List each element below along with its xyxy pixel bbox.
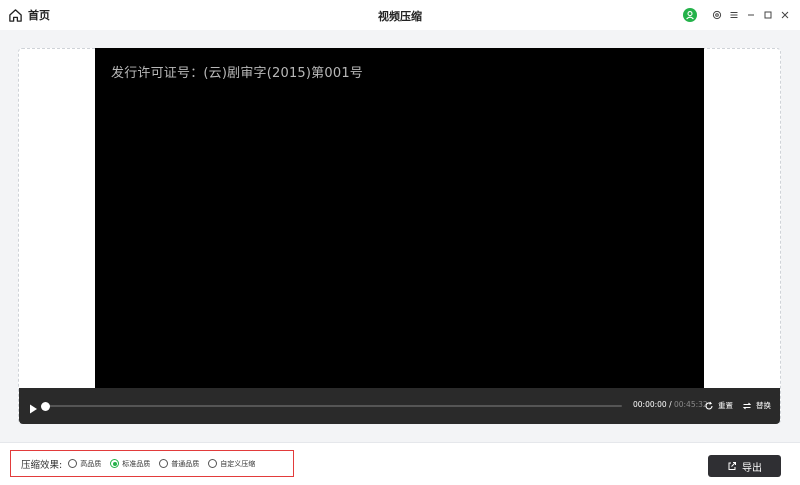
settings-icon	[712, 10, 721, 20]
title-bar: 首页 视频压缩	[0, 0, 800, 30]
radio-label: 自定义压缩	[220, 459, 256, 468]
export-icon	[728, 462, 736, 470]
current-time: 00:00:00	[633, 400, 667, 409]
menu-button[interactable]	[726, 8, 741, 23]
radio-standard-quality[interactable]: 标准品质	[110, 459, 150, 469]
minimize-icon	[747, 14, 754, 16]
app-title: 视频压缩	[378, 10, 422, 23]
radio-label: 标准品质	[122, 459, 151, 468]
radio-circle-icon	[159, 459, 169, 468]
reset-button[interactable]: 重置	[704, 398, 733, 413]
user-avatar-button[interactable]	[683, 8, 697, 22]
radio-label: 高品质	[80, 459, 102, 468]
close-icon	[781, 11, 788, 19]
compression-options-group: 压缩效果: 高品质 标准品质 普通品质 自定义压缩	[10, 450, 294, 477]
bottom-bar: 压缩效果: 高品质 标准品质 普通品质 自定义压缩 导出	[0, 442, 800, 485]
settings-button[interactable]	[709, 8, 724, 23]
progress-handle[interactable]	[41, 402, 50, 411]
export-button[interactable]: 导出	[708, 455, 781, 477]
total-time: 00:45:32	[673, 400, 708, 409]
minimize-button[interactable]	[743, 8, 758, 23]
radio-label: 普通品质	[171, 459, 200, 468]
radio-high-quality[interactable]: 高品质	[68, 459, 101, 469]
maximize-icon	[764, 11, 771, 19]
window-controls	[683, 7, 792, 23]
time-display: 00:00:00 / 00:45:32	[633, 400, 708, 409]
video-preview[interactable]: 发行许可证号：(云)剧审字(2015)第001号	[95, 48, 704, 388]
replace-icon	[742, 402, 752, 409]
radio-circle-icon	[68, 459, 78, 468]
play-button[interactable]	[27, 400, 39, 414]
video-watermark-text: 发行许可证号：(云)剧审字(2015)第001号	[111, 66, 363, 81]
menu-icon	[730, 12, 737, 18]
close-button[interactable]	[777, 8, 792, 23]
radio-circle-icon	[110, 459, 120, 468]
radio-normal-quality[interactable]: 普通品质	[159, 459, 199, 469]
play-icon	[30, 404, 37, 414]
reset-label: 重置	[718, 401, 733, 410]
time-separator: /	[666, 400, 674, 409]
replace-button[interactable]: 替换	[742, 398, 771, 413]
compression-label: 压缩效果:	[21, 459, 63, 471]
radio-custom-compression[interactable]: 自定义压缩	[208, 459, 255, 469]
maximize-button[interactable]	[760, 8, 775, 23]
export-label: 导出	[742, 462, 762, 474]
radio-circle-icon	[208, 459, 218, 468]
reset-icon	[705, 401, 713, 409]
replace-label: 替换	[756, 401, 771, 410]
progress-bar[interactable]	[44, 405, 622, 407]
player-control-bar: 00:00:00 / 00:45:32 重置 替换	[19, 388, 780, 424]
user-avatar-icon	[686, 11, 694, 20]
